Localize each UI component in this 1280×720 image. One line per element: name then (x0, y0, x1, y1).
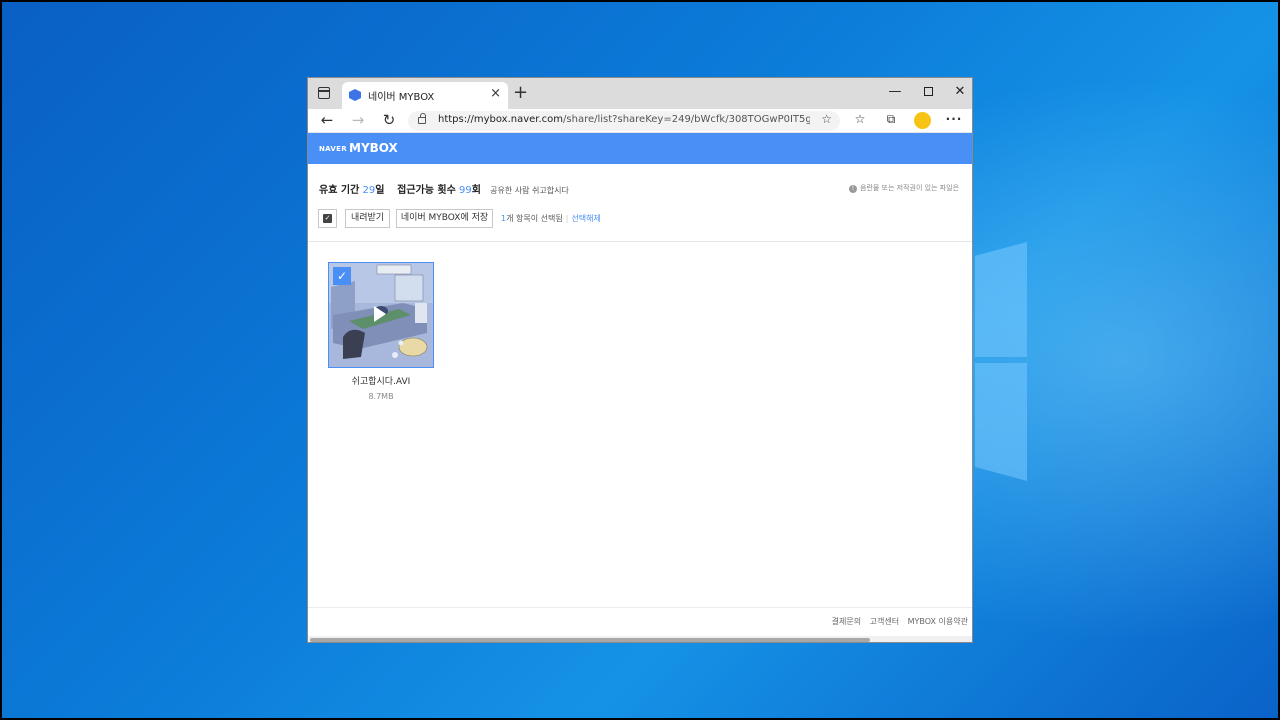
footer-link-terms[interactable]: MYBOX 이용약관 (908, 617, 968, 626)
play-icon (374, 306, 386, 322)
minimize-icon[interactable]: — (885, 83, 905, 101)
naver-logo[interactable]: NAVER (319, 145, 347, 153)
profile-icon[interactable] (914, 112, 931, 129)
footer-divider (308, 607, 972, 608)
more-icon[interactable]: ··· (945, 112, 963, 126)
lock-icon[interactable] (418, 113, 426, 124)
back-icon[interactable]: ← (317, 111, 337, 129)
brand-header: NAVER MYBOX (308, 133, 972, 164)
access-value: 99 (459, 185, 472, 196)
access-label: 접근가능 횟수 (397, 185, 456, 196)
footer-link-payment[interactable]: 결제문의 (832, 617, 861, 626)
tab-close-icon[interactable]: × (490, 86, 501, 101)
file-size: 8.7MB (368, 392, 394, 401)
reload-icon[interactable]: ↻ (379, 111, 399, 129)
selection-status: 1개 항목이 선택됨 | 선택해제 (501, 214, 601, 223)
access-unit: 회 (471, 185, 481, 196)
url-text[interactable]: https://mybox.naver.com/share/list?share… (438, 114, 810, 125)
footer-link-support[interactable]: 고객센터 (870, 617, 899, 626)
url-path: /share/list?shareKey=249/bWcfk/308TOGwP0… (563, 114, 810, 125)
share-info: 유효 기간 29일 접근가능 횟수 99회 공유한 사람 쉬고합시다 (319, 181, 569, 196)
tab-title: 네이버 MYBOX (368, 92, 435, 103)
close-icon[interactable]: ✕ (950, 83, 970, 101)
validity-label: 유효 기간 (319, 185, 360, 196)
address-bar[interactable]: https://mybox.naver.com/share/list?share… (408, 111, 840, 131)
video-thumbnail[interactable]: ✓ (328, 262, 434, 368)
favicon-icon (349, 89, 361, 101)
clear-selection-link[interactable]: 선택해제 (571, 214, 600, 223)
selected-text: 개 항목이 선택됨 (506, 214, 563, 223)
tab-actions-icon[interactable] (318, 87, 330, 99)
copyright-notice: ! 음란물 또는 저작권이 있는 파일은 (849, 183, 959, 193)
windows-logo-pane-bottom (975, 363, 1027, 481)
select-all-checkbox[interactable]: ✓ (318, 209, 337, 228)
mybox-page: NAVER MYBOX 유효 기간 29일 접근가능 횟수 99회 공유한 사람… (308, 133, 972, 642)
selected-check-icon[interactable]: ✓ (333, 267, 351, 285)
divider (308, 241, 972, 242)
collections-icon[interactable]: ⧉ (882, 112, 900, 127)
maximize-icon[interactable] (918, 83, 938, 101)
browser-window: 네이버 MYBOX × + — ✕ ← → ↻ https://mybox.na… (307, 77, 973, 643)
file-name[interactable]: 쉬고합시다.AVI (328, 374, 434, 387)
checkmark-icon: ✓ (323, 214, 332, 223)
info-icon: ! (849, 185, 857, 193)
download-button[interactable]: 내려받기 (345, 209, 390, 228)
validity-unit: 일 (375, 185, 385, 196)
windows-logo-pane-top (975, 242, 1027, 357)
scrollbar-thumb[interactable] (310, 638, 870, 642)
new-tab-button[interactable]: + (513, 83, 528, 103)
forward-icon[interactable]: → (348, 111, 368, 129)
validity-value: 29 (362, 185, 376, 196)
mybox-logo[interactable]: MYBOX (349, 141, 398, 155)
save-to-mybox-button[interactable]: 네이버 MYBOX에 저장 (396, 209, 493, 228)
file-item[interactable]: ✓ 쉬고합시다.AVI 8.7MB (328, 262, 434, 401)
browser-toolbar: ← → ↻ https://mybox.naver.com/share/list… (308, 109, 972, 133)
horizontal-scrollbar[interactable] (308, 636, 972, 642)
tab-bar: 네이버 MYBOX × + — ✕ (308, 78, 972, 109)
shared-by: 공유한 사람 쉬고합시다 (490, 186, 569, 195)
notice-text: 음란물 또는 저작권이 있는 파일은 (860, 184, 960, 192)
url-host: https://mybox.naver.com (438, 114, 564, 125)
favorite-star-icon[interactable]: ☆ (821, 112, 832, 126)
favorites-icon[interactable]: ☆ (851, 112, 869, 126)
tab-mybox[interactable]: 네이버 MYBOX × (342, 82, 508, 109)
footer-links: 결제문의 고객센터 MYBOX 이용약관 (826, 616, 968, 627)
